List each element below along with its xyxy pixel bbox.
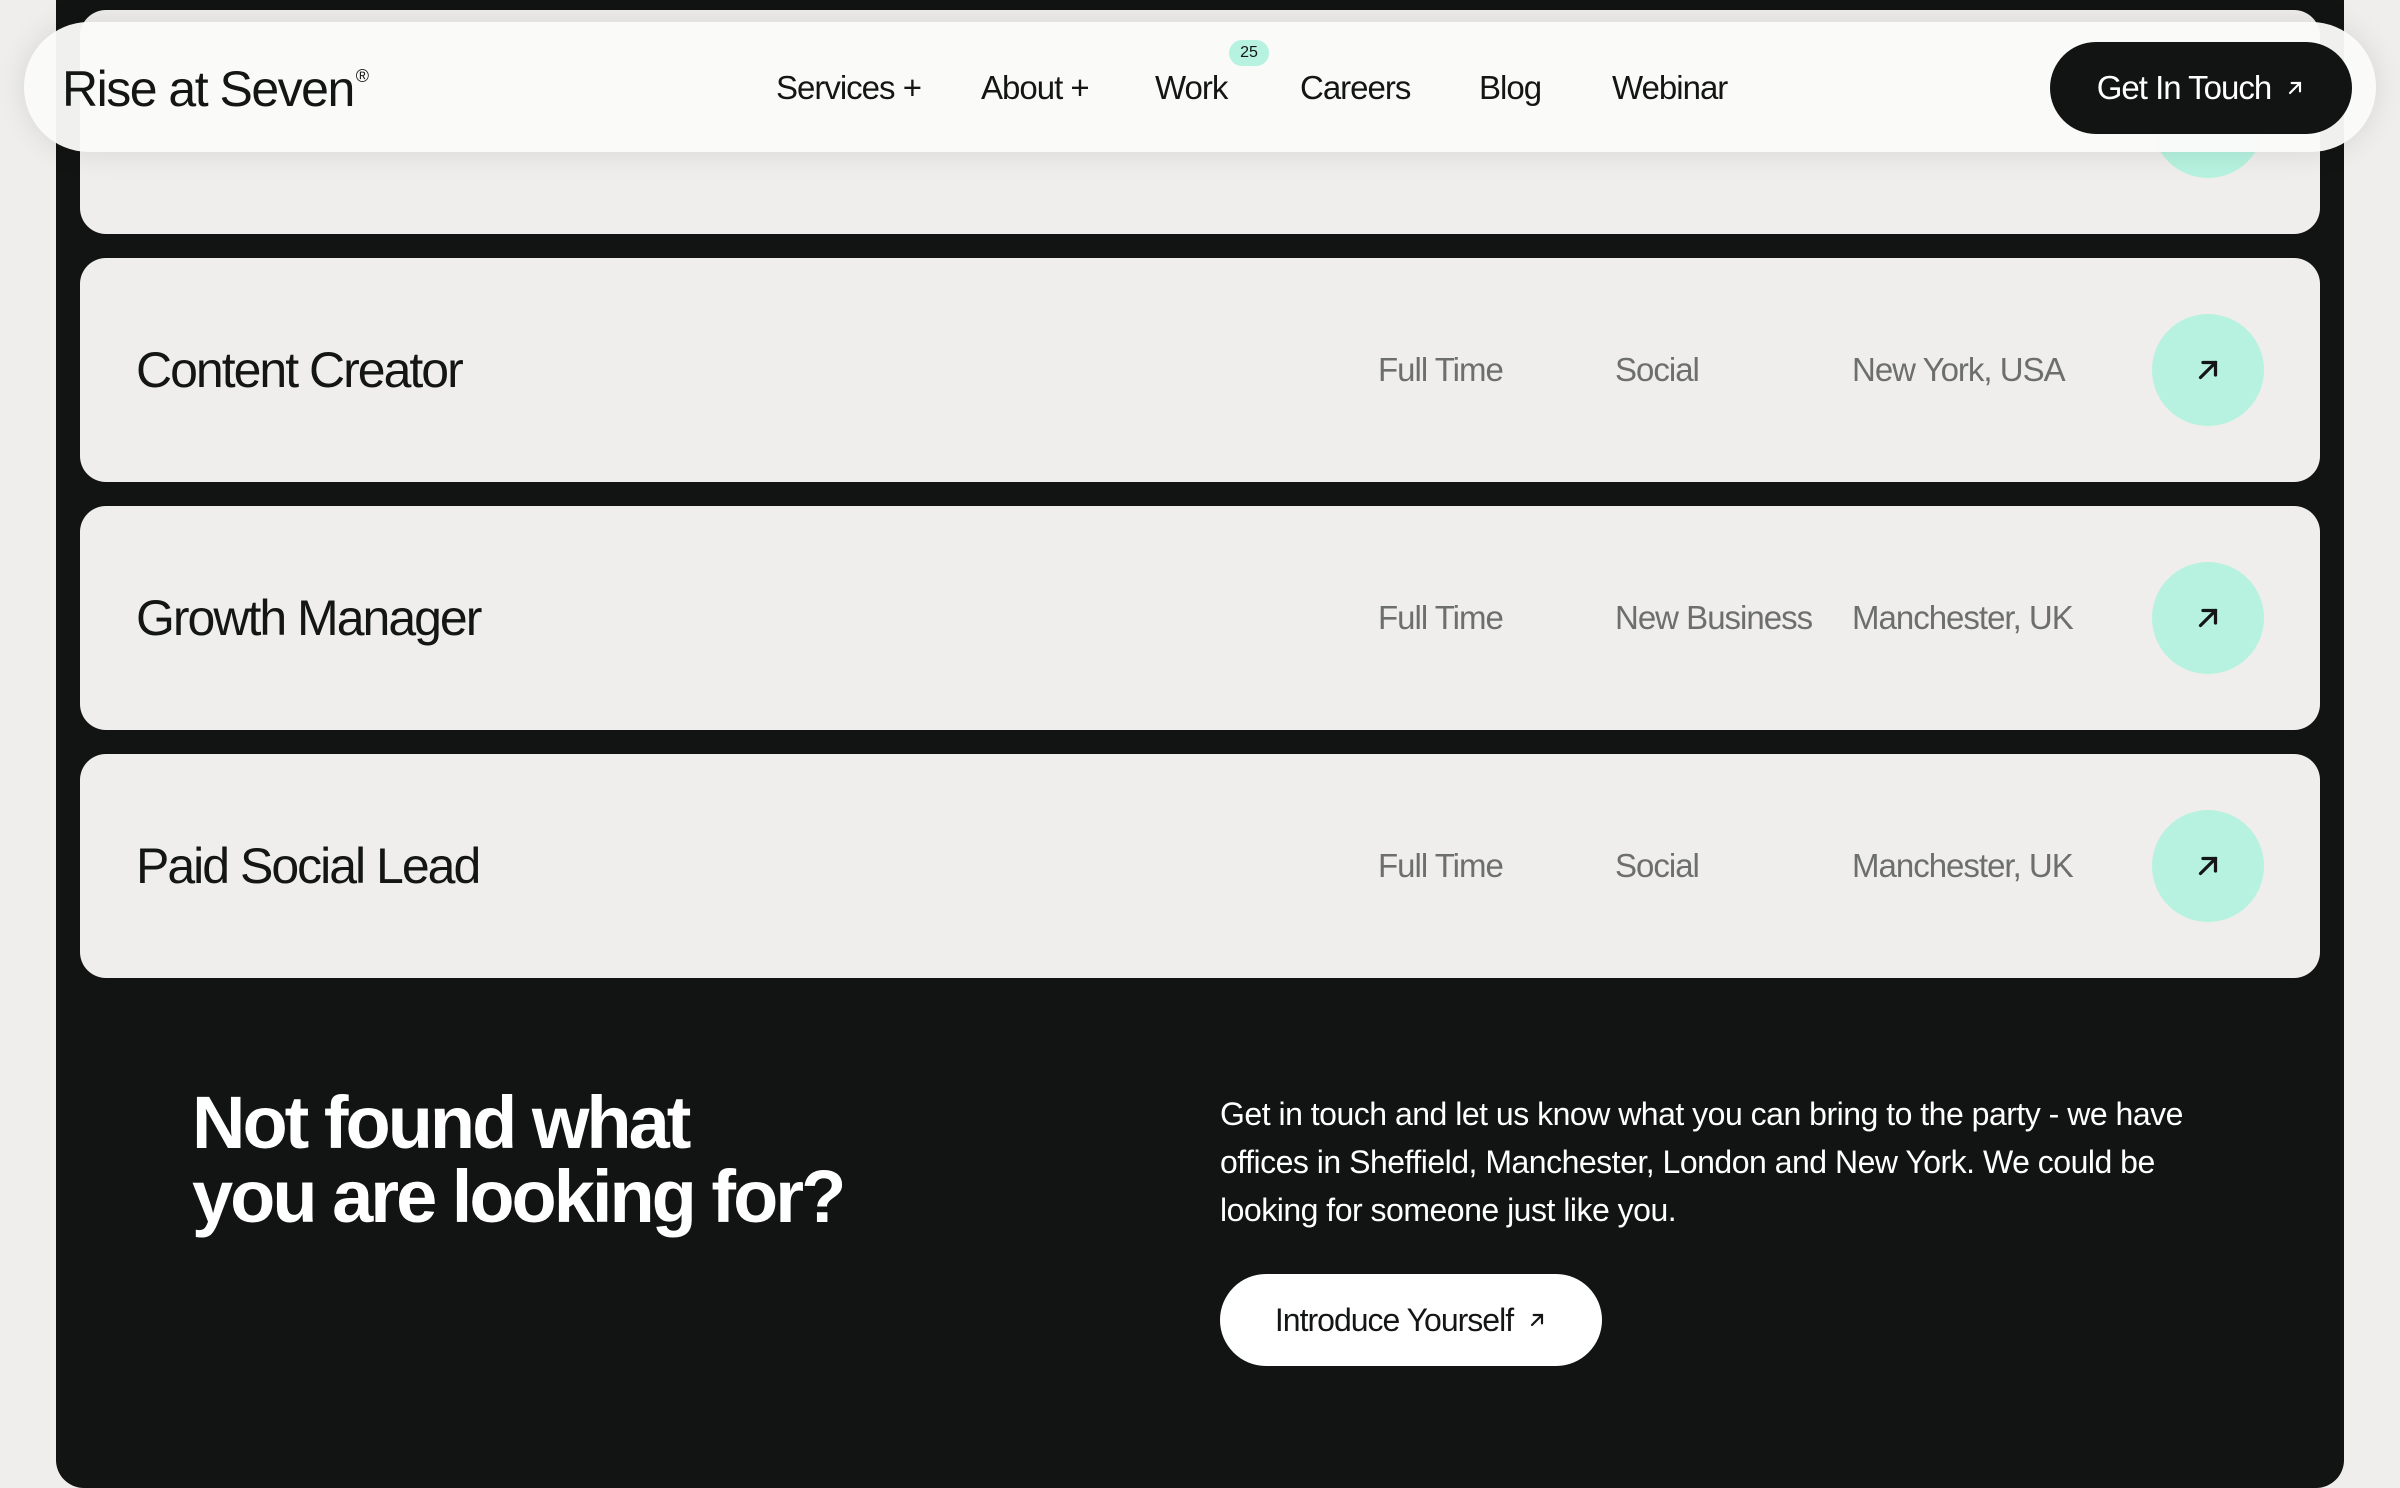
- introduce-yourself-button[interactable]: Introduce Yourself: [1220, 1274, 1602, 1366]
- job-type: Full Time: [1378, 351, 1504, 388]
- site-header: Rise at Seven ® Services + About + Work …: [24, 22, 2376, 152]
- nav-work[interactable]: Work: [1155, 69, 1228, 107]
- job-row[interactable]: Paid Social Lead Full Time Social Manche…: [80, 754, 2320, 978]
- arrow-up-right-icon: [2198, 360, 2218, 380]
- arrow-up-right-icon: [2198, 856, 2218, 876]
- work-count-badge: 25: [1229, 40, 1269, 66]
- job-department: Social: [1615, 351, 1700, 388]
- not-found-heading: Not found what you are looking for?: [192, 1081, 846, 1238]
- nav-blog[interactable]: Blog: [1479, 69, 1542, 107]
- heading-line: Not found what: [192, 1081, 691, 1164]
- job-row[interactable]: Growth Manager Full Time New Business Ma…: [80, 506, 2320, 730]
- job-title: Content Creator: [136, 342, 464, 398]
- button-label: Get In Touch: [2096, 69, 2273, 106]
- job-type: Full Time: [1378, 599, 1504, 636]
- heading-line: you are looking for?: [192, 1155, 846, 1238]
- job-title: Paid Social Lead: [136, 838, 481, 894]
- job-department: Social: [1615, 847, 1700, 884]
- job-row[interactable]: Content Creator Full Time Social New Yor…: [80, 258, 2320, 482]
- get-in-touch-button[interactable]: Get In Touch: [2050, 42, 2352, 134]
- logo-text: Rise at Seven: [62, 61, 355, 117]
- job-title: Growth Manager: [136, 590, 482, 646]
- job-location: Manchester, UK: [1852, 847, 2074, 884]
- registered-mark: ®: [355, 66, 369, 86]
- button-label: Introduce Yourself: [1274, 1301, 1514, 1338]
- job-open-button[interactable]: [2152, 562, 2264, 674]
- job-type: Full Time: [1378, 847, 1504, 884]
- job-department: New Business: [1615, 599, 1813, 636]
- nav-careers[interactable]: Careers: [1300, 69, 1411, 107]
- nav-webinar[interactable]: Webinar: [1612, 69, 1728, 107]
- job-location: Manchester, UK: [1852, 599, 2074, 636]
- job-open-button[interactable]: [2152, 314, 2264, 426]
- arrow-up-right-icon: [1531, 1313, 1544, 1327]
- arrow-up-right-icon: [2198, 608, 2218, 628]
- job-open-button[interactable]: [2152, 810, 2264, 922]
- nav-about[interactable]: About +: [981, 69, 1090, 107]
- job-location: New York, USA: [1852, 351, 2066, 388]
- not-found-description: Get in touch and let us know what you ca…: [1220, 1096, 2183, 1228]
- logo[interactable]: Rise at Seven ®: [62, 60, 369, 118]
- nav-services[interactable]: Services +: [776, 69, 922, 107]
- arrow-up-right-icon: [2289, 81, 2302, 95]
